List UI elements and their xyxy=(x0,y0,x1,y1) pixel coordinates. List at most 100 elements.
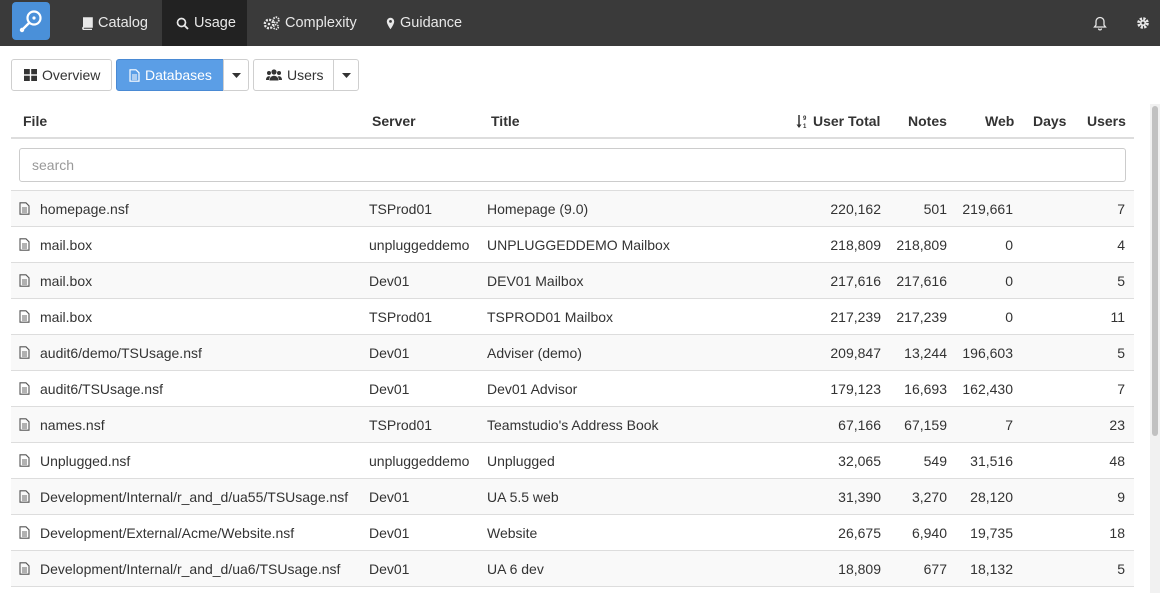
file-icon xyxy=(19,274,30,290)
settings-button[interactable] xyxy=(1136,0,1150,46)
cell-title: Unplugged xyxy=(487,453,555,469)
cell-notes: 218,809 xyxy=(896,237,947,253)
cell-user-total: 217,616 xyxy=(830,273,881,289)
table-row[interactable]: mail.box Dev01 DEV01 Mailbox 217,616 217,616… xyxy=(11,263,1134,299)
nav-catalog[interactable]: Catalog xyxy=(67,0,162,46)
table-row[interactable]: Unplugged.nsf unpluggeddemo Unplugged 32,06… xyxy=(11,443,1134,479)
cell-users: 7 xyxy=(1117,201,1125,217)
file-icon xyxy=(129,68,140,82)
cell-file[interactable]: Development/External/Acme/Website.nsf xyxy=(40,525,294,541)
cell-title: Homepage (9.0) xyxy=(487,201,589,217)
scrollbar-thumb[interactable] xyxy=(1152,106,1158,436)
cell-web: 219,661 xyxy=(962,201,1013,217)
col-header-server[interactable]: Server xyxy=(372,113,416,129)
nav-complexity[interactable]: Complexity xyxy=(249,0,371,46)
overview-label: Overview xyxy=(42,67,101,83)
table-header: File Server Title 91 User Total Notes We… xyxy=(11,104,1134,139)
cell-notes: 677 xyxy=(923,561,947,577)
cell-users: 5 xyxy=(1117,561,1125,577)
overview-button[interactable]: Overview xyxy=(11,59,112,91)
cell-server: Dev01 xyxy=(369,381,410,397)
app-logo[interactable] xyxy=(12,2,50,40)
cell-server: Dev01 xyxy=(369,273,410,289)
users-label: Users xyxy=(287,67,324,83)
col-header-notes[interactable]: Notes xyxy=(908,113,947,129)
nav-complexity-label: Complexity xyxy=(285,15,357,31)
cell-user-total: 217,239 xyxy=(830,309,881,325)
databases-button[interactable]: Databases xyxy=(116,59,224,91)
cell-title: Dev01 Advisor xyxy=(487,381,578,397)
svg-text:9: 9 xyxy=(803,116,807,122)
file-icon xyxy=(19,382,30,398)
grid-icon xyxy=(24,69,37,81)
cell-title: UA 5.5 web xyxy=(487,489,559,505)
cell-file[interactable]: audit6/TSUsage.nsf xyxy=(40,381,163,397)
gear-icon xyxy=(1137,17,1149,29)
search-input[interactable] xyxy=(19,148,1126,182)
cell-server: TSProd01 xyxy=(369,201,433,217)
file-icon xyxy=(19,490,30,506)
col-header-title[interactable]: Title xyxy=(491,113,520,129)
col-header-users[interactable]: Users xyxy=(1087,113,1126,129)
cell-web: 0 xyxy=(1005,273,1013,289)
col-header-days[interactable]: Days xyxy=(1033,113,1066,129)
nav-usage[interactable]: Usage xyxy=(162,0,247,46)
cell-user-total: 179,123 xyxy=(830,381,881,397)
cell-file[interactable]: mail.box xyxy=(40,309,92,325)
table-row[interactable]: Development/Internal/r_and_d/ua6/TSUsage… xyxy=(11,551,1134,587)
caret-down-icon xyxy=(341,72,351,78)
notifications-button[interactable] xyxy=(1093,0,1107,46)
nav-guidance-label: Guidance xyxy=(400,15,463,31)
cell-web: 28,120 xyxy=(970,489,1013,505)
cell-notes: 16,693 xyxy=(904,381,947,397)
cell-file[interactable]: Unplugged.nsf xyxy=(40,453,130,469)
table-row[interactable]: audit6/demo/TSUsage.nsf Dev01 Adviser (dem… xyxy=(11,335,1134,371)
table-row[interactable]: homepage.nsf TSProd01 Homepage (9.0) 220,16… xyxy=(11,191,1134,227)
nav-guidance[interactable]: Guidance xyxy=(372,0,476,46)
cell-file[interactable]: Development/Internal/r_and_d/ua6/TSUsage… xyxy=(40,561,340,577)
col-header-file[interactable]: File xyxy=(23,113,47,129)
cell-file[interactable]: mail.box xyxy=(40,237,92,253)
table-row[interactable]: Development/Internal/r_and_d/ua55/TSUsag… xyxy=(11,479,1134,515)
cell-web: 162,430 xyxy=(962,381,1013,397)
file-icon xyxy=(19,310,30,326)
users-icon xyxy=(266,69,282,81)
cell-web: 0 xyxy=(1005,309,1013,325)
col-header-web[interactable]: Web xyxy=(985,113,1014,129)
cell-server: TSProd01 xyxy=(369,417,433,433)
cell-user-total: 220,162 xyxy=(830,201,881,217)
databases-dropdown-toggle[interactable] xyxy=(223,59,249,91)
cell-users: 48 xyxy=(1109,453,1125,469)
cell-file[interactable]: Development/Internal/r_and_d/ua55/TSUsag… xyxy=(40,489,348,505)
table-row[interactable]: Development/External/Acme/Website.nsf Dev… xyxy=(11,515,1134,551)
book-icon xyxy=(81,16,93,30)
table-row[interactable]: mail.box unpluggeddemo UNPLUGGEDDEMO Mailb… xyxy=(11,227,1134,263)
table-row[interactable]: mail.box TSProd01 TSPROD01 Mailbox 217,239 2… xyxy=(11,299,1134,335)
cell-user-total: 67,166 xyxy=(838,417,881,433)
logo-icon xyxy=(19,10,42,33)
cell-web: 31,516 xyxy=(970,453,1013,469)
databases-label: Databases xyxy=(145,67,212,83)
cell-title: DEV01 Mailbox xyxy=(487,273,584,289)
cell-notes: 217,616 xyxy=(896,273,947,289)
cell-web: 18,132 xyxy=(970,561,1013,577)
cell-file[interactable]: mail.box xyxy=(40,273,92,289)
cell-title: Teamstudio's Address Book xyxy=(487,417,659,433)
cell-web: 19,735 xyxy=(970,525,1013,541)
cell-user-total: 31,390 xyxy=(838,489,881,505)
cell-file[interactable]: names.nsf xyxy=(40,417,105,433)
cell-file[interactable]: audit6/demo/TSUsage.nsf xyxy=(40,345,202,361)
cell-file[interactable]: homepage.nsf xyxy=(40,201,129,217)
cell-web: 196,603 xyxy=(962,345,1013,361)
users-dropdown-toggle[interactable] xyxy=(333,59,359,91)
cell-users: 4 xyxy=(1117,237,1125,253)
cell-user-total: 26,675 xyxy=(838,525,881,541)
cell-notes: 67,159 xyxy=(904,417,947,433)
users-button[interactable]: Users xyxy=(253,59,334,91)
cell-title: UA 6 dev xyxy=(487,561,544,577)
col-header-user-total[interactable]: 91 User Total xyxy=(796,113,880,129)
svg-text:1: 1 xyxy=(803,124,807,129)
table-row[interactable]: names.nsf TSProd01 Teamstudio's Address Bo… xyxy=(11,407,1134,443)
cell-users: 5 xyxy=(1117,345,1125,361)
table-row[interactable]: audit6/TSUsage.nsf Dev01 Dev01 Advisor 179,… xyxy=(11,371,1134,407)
